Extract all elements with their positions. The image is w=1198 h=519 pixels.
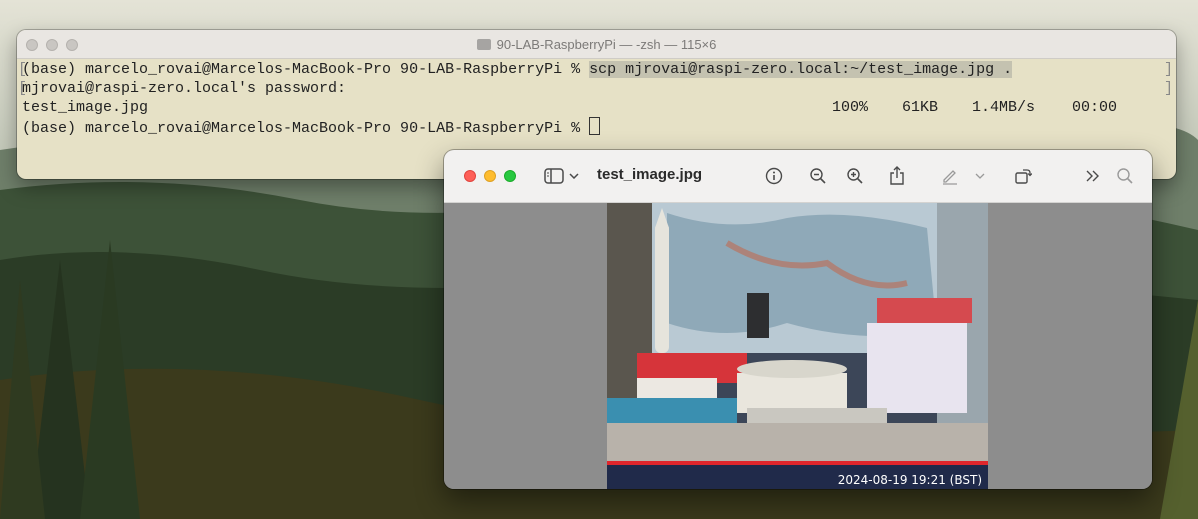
terminal-output[interactable]: [(base) marcelo_rovai@Marcelos-MacBook-P…	[18, 60, 1173, 137]
chevron-down-icon[interactable]	[567, 165, 581, 187]
sidebar-icon[interactable]	[543, 165, 565, 187]
document-title: test_image.jpg	[597, 166, 703, 183]
transfer-percent: 100%	[832, 99, 869, 116]
search-icon[interactable]	[1114, 165, 1136, 187]
prompt-text: (base) marcelo_rovai@Marcelos-MacBook-Pr…	[22, 61, 590, 78]
preview-toolbar: test_image.jpg	[444, 150, 1152, 203]
window-controls	[464, 170, 516, 182]
chevron-down-icon[interactable]	[973, 165, 987, 187]
text-cursor	[589, 117, 601, 135]
scp-command: scp mjrovai@raspi-zero.local:~/test_imag…	[589, 61, 1013, 78]
transfer-size: 61KB	[902, 99, 939, 116]
transfer-rate: 1.4MB/s	[972, 99, 1036, 116]
image-timestamp: 2024-08-19 19:21 (BST)	[837, 473, 982, 487]
transfer-eta: 00:00	[1072, 99, 1118, 116]
rotate-icon[interactable]	[1012, 165, 1034, 187]
preview-window[interactable]: test_image.jpg 2024-08-19 19:21 (BST)	[444, 150, 1152, 489]
terminal-line: (base) marcelo_rovai@Marcelos-MacBook-Pr…	[22, 117, 1171, 137]
zoom-button[interactable]	[504, 170, 516, 182]
image-canvas[interactable]: 2024-08-19 19:21 (BST)	[444, 203, 1152, 489]
password-prompt: mjrovai@raspi-zero.local's password:	[22, 80, 347, 97]
test-image-photo[interactable]: 2024-08-19 19:21 (BST)	[607, 203, 988, 489]
terminal-titlebar[interactable]: 90-LAB-RaspberryPi — -zsh — 115×6	[17, 30, 1176, 59]
zoom-out-icon[interactable]	[807, 165, 829, 187]
transfer-progress-line: test_image.jpg 100% 61KB 1.4MB/s 00:00	[22, 98, 1171, 117]
window-title: 90-LAB-RaspberryPi — -zsh — 115×6	[17, 37, 1176, 52]
info-icon[interactable]	[763, 165, 785, 187]
terminal-line: [(base) marcelo_rovai@Marcelos-MacBook-P…	[18, 61, 1173, 78]
prompt-text: (base) marcelo_rovai@Marcelos-MacBook-Pr…	[22, 120, 590, 137]
close-button[interactable]	[464, 170, 476, 182]
more-icon[interactable]	[1082, 165, 1104, 187]
minimize-button[interactable]	[484, 170, 496, 182]
folder-icon	[476, 39, 491, 50]
terminal-title-text: 90-LAB-RaspberryPi — -zsh — 115×6	[496, 37, 717, 52]
markup-icon[interactable]	[939, 165, 961, 187]
transfer-filename: test_image.jpg	[22, 99, 149, 116]
share-icon[interactable]	[886, 165, 908, 187]
terminal-line: [mjrovai@raspi-zero.local's password:]	[18, 80, 1173, 97]
photo-content	[607, 203, 988, 489]
zoom-in-icon[interactable]	[844, 165, 866, 187]
